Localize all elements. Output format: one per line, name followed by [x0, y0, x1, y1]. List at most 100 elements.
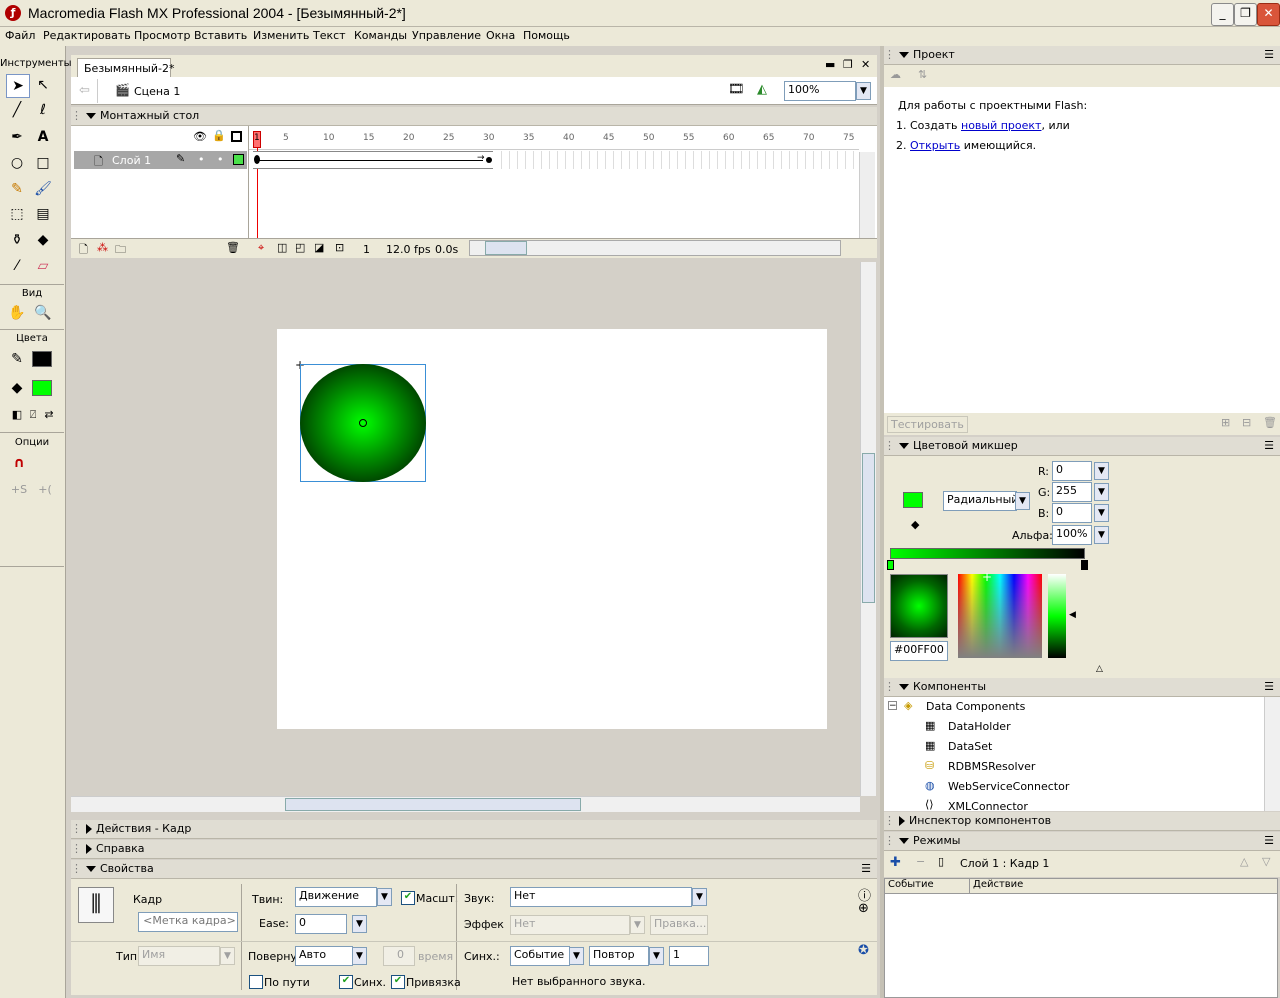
timeline-header[interactable]: ⋮ Монтажный стол [71, 107, 877, 126]
remove-behavior-icon[interactable]: − [916, 855, 925, 868]
edit-sound-button[interactable]: Правка... [650, 915, 708, 935]
column-header-event[interactable]: Событие [885, 879, 970, 894]
edit-symbols-icon[interactable]: ◭ [757, 82, 767, 97]
behaviors-header[interactable]: ⋮ Режимы ☰ [884, 832, 1280, 851]
menu-view[interactable]: Просмотр [134, 29, 190, 42]
sound-dropdown-icon[interactable]: ▼ [692, 888, 707, 906]
swap-colors-icon[interactable]: ⇄ [38, 404, 60, 426]
fill-type-select[interactable]: Радиальный [943, 491, 1018, 511]
onion-outline-icon[interactable]: ◰ [295, 241, 305, 254]
panel-options-icon[interactable]: ☰ [1264, 437, 1274, 455]
eraser-tool-icon[interactable]: ▱ [32, 255, 54, 277]
free-transform-tool-icon[interactable]: ⬚ [6, 203, 28, 225]
settings-icon[interactable]: ⊟ [1242, 416, 1251, 429]
test-project-button[interactable]: Тестировать [887, 416, 968, 433]
gradient-stop-black[interactable] [1081, 560, 1088, 570]
frame-name-input[interactable]: <Метка кадра> [138, 912, 238, 932]
tween-select[interactable]: Движение [295, 887, 377, 907]
rotate-times-input[interactable]: 0 [383, 946, 415, 966]
doc-close-icon[interactable]: ✕ [861, 58, 870, 71]
repeat-select[interactable]: Повтор [589, 946, 649, 966]
component-item[interactable]: RDBMSResolver [948, 760, 1035, 773]
brush-tool-icon[interactable]: 🖌 [32, 178, 54, 200]
lasso-tool-icon[interactable]: ℓ [32, 99, 54, 121]
paint-bucket-tool-icon[interactable]: ◆ [32, 229, 54, 251]
stage-vscroll[interactable] [860, 262, 876, 796]
empty-frames[interactable] [494, 151, 854, 169]
tween-dropdown-icon[interactable]: ▼ [377, 888, 392, 906]
restore-button[interactable]: ❐ [1234, 3, 1257, 26]
menu-file[interactable]: Файл [5, 29, 35, 42]
eyedropper-tool-icon[interactable]: ⁄ [6, 255, 28, 277]
ease-input[interactable]: 0 [295, 914, 347, 934]
components-vscroll[interactable] [1264, 697, 1280, 811]
onion-markers-icon[interactable]: ⊡ [335, 241, 344, 254]
close-button[interactable]: ✕ [1257, 3, 1280, 26]
ink-bottle-tool-icon[interactable]: ⚱ [6, 229, 28, 251]
sound-select[interactable]: Нет [510, 887, 692, 907]
sync-checkbox[interactable]: ✔ [339, 975, 353, 989]
fill-type-dropdown-icon[interactable]: ▼ [1015, 492, 1030, 510]
motion-guide-icon[interactable]: ⁂ [97, 241, 108, 254]
add-file-icon[interactable]: ⊞ [1221, 416, 1230, 429]
add-behavior-icon[interactable]: ✚ [890, 855, 901, 870]
line-tool-icon[interactable]: ╱ [6, 99, 28, 121]
repeat-dropdown-icon[interactable]: ▼ [649, 947, 664, 965]
delete-layer-icon[interactable]: 🗑 [226, 241, 240, 254]
brightness-slider[interactable] [1048, 574, 1066, 658]
color-mixer-header[interactable]: ⋮ Цветовой микшер ☰ [884, 437, 1280, 456]
stage-hscroll-thumb[interactable] [285, 798, 581, 811]
text-tool-icon[interactable]: A [32, 126, 54, 148]
outline-icon[interactable] [231, 131, 242, 142]
straighten-icon[interactable]: +( [34, 479, 56, 501]
move-up-icon[interactable]: △ [1240, 855, 1248, 868]
stage-hscroll[interactable] [71, 796, 860, 812]
timeline-hscroll-thumb[interactable] [485, 241, 527, 255]
menu-window[interactable]: Окна [486, 29, 515, 42]
project-panel-header[interactable]: ⋮ Проект ☰ [884, 46, 1280, 65]
type-select[interactable]: Имя [138, 946, 220, 966]
edit-scene-icon[interactable]: 🎞 [728, 82, 745, 97]
ease-dropdown-icon[interactable]: ▼ [352, 915, 367, 933]
onion-skin-icon[interactable]: ◫ [277, 241, 287, 254]
effect-dropdown-icon[interactable]: ▼ [630, 916, 645, 934]
column-header-action[interactable]: Действие [970, 879, 1277, 894]
snap-checkbox[interactable]: ✔ [391, 975, 405, 989]
trash-icon[interactable]: 🗑 [1263, 416, 1277, 429]
menu-insert[interactable]: Вставить [194, 29, 247, 42]
fill-color-swatch[interactable] [32, 380, 52, 396]
smooth-icon[interactable]: +S [8, 479, 30, 501]
repeat-count-input[interactable]: 1 [669, 946, 709, 966]
hex-input[interactable]: #00FF00 [890, 641, 948, 661]
tab-document[interactable]: Безымянный-2* [77, 58, 174, 78]
gradient-stop-green[interactable] [887, 560, 894, 570]
zoom-dropdown-icon[interactable]: ▼ [856, 82, 871, 100]
r-input[interactable]: 0 [1052, 461, 1092, 481]
fill-transform-tool-icon[interactable]: ▤ [32, 203, 54, 225]
back-arrow-icon[interactable]: ⇦ [79, 83, 90, 98]
brightness-arrow-icon[interactable]: ◀ [1069, 610, 1076, 620]
panel-options-icon[interactable]: ☰ [1264, 678, 1274, 696]
type-dropdown-icon[interactable]: ▼ [220, 947, 235, 965]
layer-outline-color[interactable] [233, 154, 244, 165]
properties-panel-header[interactable]: ⋮ Свойства ☰ [71, 860, 877, 879]
help-panel-header[interactable]: ⋮ Справка [71, 840, 877, 859]
target-icon[interactable]: ⊕ [858, 901, 869, 916]
sort-icon[interactable]: ⇅ [918, 68, 927, 81]
g-dropdown-icon[interactable]: ▼ [1094, 483, 1109, 501]
new-project-link[interactable]: новый проект [961, 119, 1041, 132]
motion-tween[interactable]: → [253, 151, 493, 169]
arrow-tool-icon[interactable]: ➤ [6, 74, 30, 98]
panel-options-icon[interactable]: ☰ [1264, 46, 1274, 64]
alpha-dropdown-icon[interactable]: ▼ [1094, 526, 1109, 544]
menu-modify[interactable]: Изменить [253, 29, 309, 42]
move-down-icon[interactable]: ▽ [1262, 855, 1270, 868]
panel-options-icon[interactable]: ☰ [861, 860, 871, 878]
doc-restore-icon[interactable]: ❐ [843, 58, 853, 71]
g-input[interactable]: 255 [1052, 482, 1092, 502]
gradient-bar[interactable] [890, 548, 1085, 559]
zoom-input[interactable]: 100% [784, 81, 856, 101]
collapse-arrow-icon[interactable]: △ [1096, 664, 1103, 674]
pen-tool-icon[interactable]: ✒ [6, 126, 28, 148]
component-inspector-header[interactable]: ⋮ Инспектор компонентов [884, 812, 1280, 831]
